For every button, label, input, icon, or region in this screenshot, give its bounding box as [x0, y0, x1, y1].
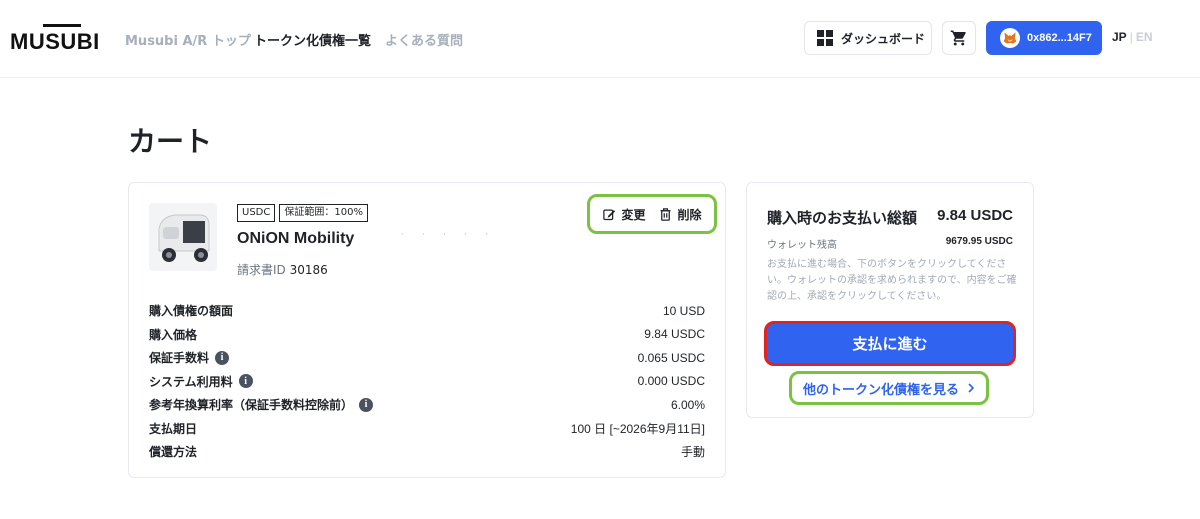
edit-icon — [603, 209, 616, 220]
cart-icon — [950, 30, 966, 46]
detail-row-face-value: 購入債権の額面 10 USD — [149, 299, 705, 323]
item-detail-list: 購入債権の額面 10 USD 購入価格 9.84 USDC 保証手数料 i 0.0… — [149, 299, 705, 464]
edit-button[interactable]: 変更 — [602, 206, 646, 223]
view-more-label: 他のトークン化債権を見る — [802, 382, 959, 398]
logo-text: MUSUBI — [10, 29, 100, 54]
detail-value: 0.000 USDC — [637, 374, 705, 389]
detail-row-redemption: 償還方法 手動 — [149, 440, 705, 464]
page-title: カート — [128, 125, 213, 158]
coverage-badge: 保証範囲：100% — [279, 204, 368, 222]
lang-separator: | — [1129, 30, 1133, 44]
detail-value: 100 日 [~2026年9月11日] — [570, 421, 705, 436]
detail-value: 手動 — [680, 445, 705, 460]
redacted-dots: · · · · · — [401, 230, 496, 239]
detail-label-text: 保証手数料 — [149, 351, 210, 366]
detail-label-text: 購入債権の額面 — [149, 304, 234, 319]
detail-label-text: システム利用料 — [149, 374, 233, 389]
lang-en[interactable]: EN — [1136, 30, 1153, 44]
currency-badge: USDC — [237, 204, 276, 222]
item-actions: 変更 削除 — [587, 194, 717, 234]
detail-label: 保証手数料 i — [149, 349, 230, 366]
summary-title: 購入時のお支払い総額 — [767, 209, 918, 227]
dashboard-icon — [817, 30, 833, 46]
nav-top[interactable]: Musubi A/R トップ — [125, 30, 251, 49]
wallet-balance-label: ウォレット残高 — [767, 240, 837, 251]
dashboard-button[interactable]: ダッシュボード — [804, 21, 932, 55]
detail-label: 参考年換算利率（保証手数料控除前） i — [149, 396, 374, 413]
detail-label: 購入債権の額面 — [149, 302, 233, 319]
detail-row-guarantee-fee: 保証手数料 i 0.065 USDC — [149, 346, 705, 370]
nav-token-list[interactable]: トークン化債権一覧 — [254, 30, 371, 49]
wallet-button[interactable]: 0x862...14F7 — [986, 21, 1102, 55]
product-image — [149, 203, 217, 271]
top-header: MUSUBI Musubi A/R トップ トークン化債権一覧 よくある質問 ダ… — [0, 0, 1200, 78]
delete-label: 削除 — [677, 207, 702, 222]
payment-note: お支払に進む場合、下のボタンをクリックしてください。ウォレットの承認を求められま… — [767, 259, 1017, 302]
detail-label: 支払期日 — [149, 420, 197, 437]
info-icon[interactable]: i — [359, 397, 374, 412]
detail-label: システム利用料 i — [149, 373, 253, 390]
detail-label: 償還方法 — [149, 443, 197, 460]
info-icon[interactable]: i — [215, 350, 230, 365]
cart-button[interactable] — [942, 21, 976, 55]
item-name: ONiON Mobility — [237, 230, 355, 247]
metamask-fox-icon — [1000, 28, 1020, 48]
detail-value: 10 USD — [662, 303, 705, 318]
lang-jp[interactable]: JP — [1112, 30, 1127, 44]
musubi-logo[interactable]: MUSUBI — [10, 24, 99, 54]
detail-value: 6.00% — [670, 397, 705, 412]
detail-row-due-date: 支払期日 100 日 [~2026年9月11日] — [149, 417, 705, 441]
view-more-tokens-link[interactable]: 他のトークン化債権を見る — [789, 371, 989, 405]
cart-item-card: USDC 保証範囲：100% ONiON Mobility · · · · · … — [128, 182, 726, 478]
delete-button[interactable]: 削除 — [658, 206, 702, 223]
invoice-label: 請求書ID — [237, 263, 286, 277]
proceed-to-payment-button[interactable]: 支払に進む — [764, 321, 1016, 366]
detail-value: 0.065 USDC — [637, 350, 705, 365]
detail-value: 9.84 USDC — [644, 327, 705, 342]
detail-row-system-fee: システム利用料 i 0.000 USDC — [149, 370, 705, 394]
detail-label-text: 償還方法 — [149, 445, 198, 460]
info-icon[interactable]: i — [238, 374, 253, 389]
trash-icon — [660, 207, 671, 221]
invoice-id: 請求書ID 30186 — [237, 261, 328, 278]
detail-label-text: 購入価格 — [149, 327, 198, 342]
logo-bar — [43, 24, 81, 27]
wallet-balance-value: 9679.95 USDC — [945, 236, 1013, 247]
chevron-right-icon — [968, 383, 975, 393]
invoice-value: 30186 — [289, 263, 328, 277]
item-badges: USDC 保証範囲：100% — [237, 204, 368, 222]
dashboard-label: ダッシュボード — [841, 31, 926, 46]
detail-label-text: 参考年換算利率（保証手数料控除前） — [149, 398, 354, 413]
wallet-address: 0x862...14F7 — [1027, 32, 1092, 44]
detail-label-text: 支払期日 — [149, 421, 198, 436]
detail-row-annual-rate: 参考年換算利率（保証手数料控除前） i 6.00% — [149, 393, 705, 417]
payment-summary-card: 購入時のお支払い総額 9.84 USDC ウォレット残高 9679.95 USD… — [746, 182, 1034, 418]
edit-label: 変更 — [621, 207, 646, 222]
detail-row-purchase-price: 購入価格 9.84 USDC — [149, 323, 705, 347]
summary-total: 9.84 USDC — [937, 207, 1013, 224]
nav-faq[interactable]: よくある質問 — [385, 30, 463, 49]
language-switcher: JP | EN — [1112, 30, 1152, 44]
detail-label: 購入価格 — [149, 326, 197, 343]
